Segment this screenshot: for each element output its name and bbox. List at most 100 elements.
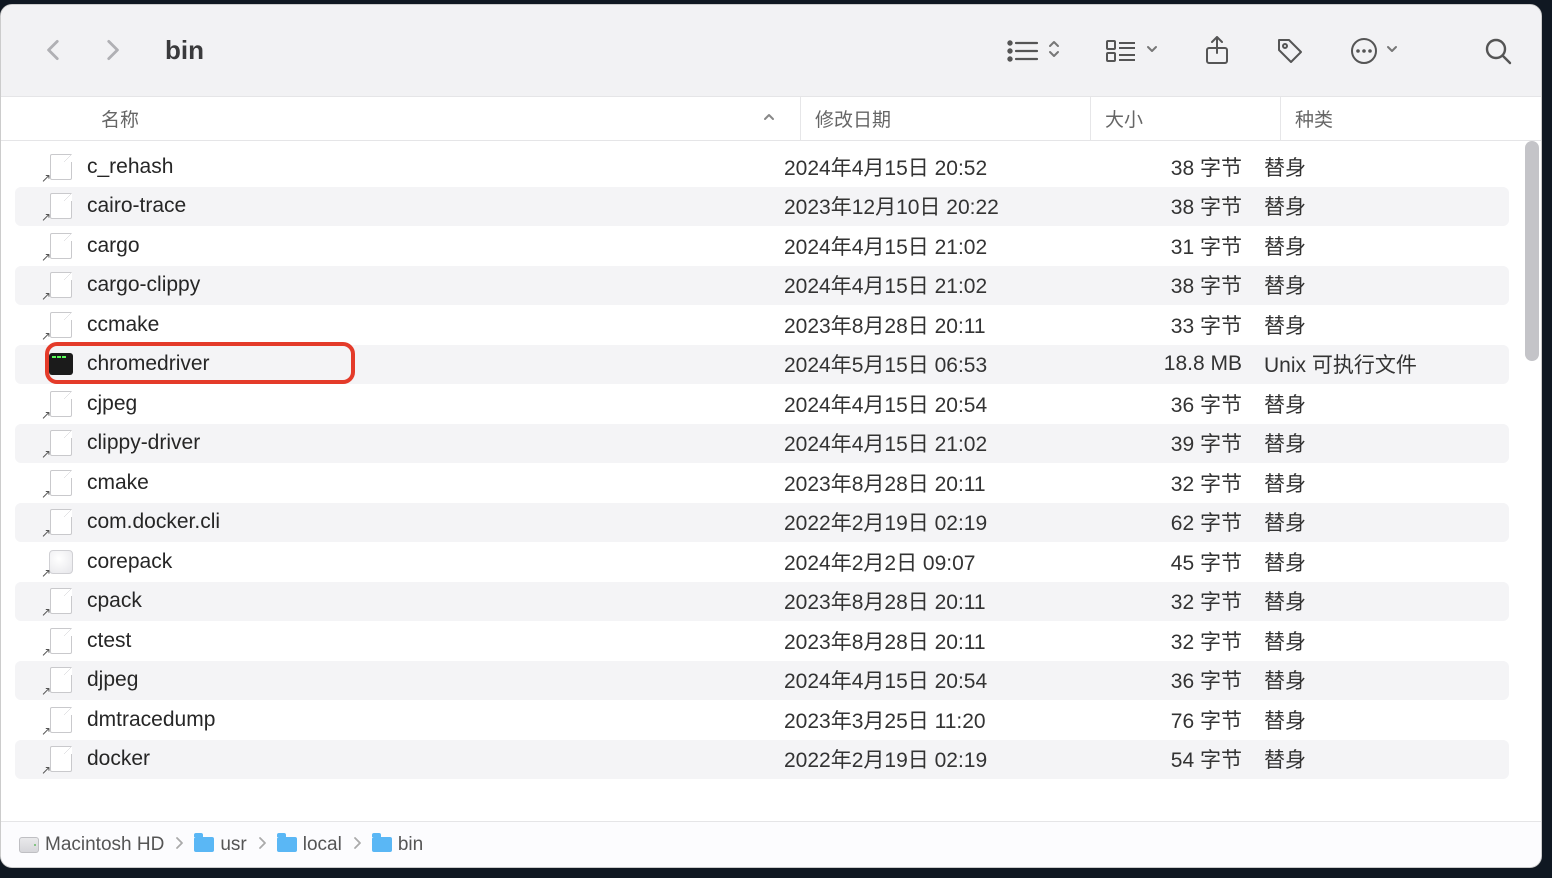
file-date: 2024年4月15日 20:54 (784, 665, 1074, 695)
column-header-date[interactable]: 修改日期 (801, 97, 1091, 140)
file-name: cairo-trace (87, 194, 186, 218)
file-date: 2023年12月10日 20:22 (784, 191, 1074, 221)
path-separator-icon (172, 834, 186, 856)
file-name: djpeg (87, 668, 138, 692)
file-row[interactable]: chromedriver2024年5月15日 06:5318.8 MBUnix … (15, 345, 1509, 385)
file-date: 2023年8月28日 20:11 (784, 626, 1074, 656)
folder-icon (277, 837, 297, 852)
file-row[interactable]: ↗docker2022年2月19日 02:1954 字节替身 (15, 740, 1509, 780)
file-name: dmtracedump (87, 708, 215, 732)
file-row[interactable]: ↗cjpeg2024年4月15日 20:5436 字节替身 (15, 384, 1509, 424)
file-name: cjpeg (87, 392, 137, 416)
folder-icon (194, 837, 214, 852)
file-kind: 替身 (1264, 705, 1509, 735)
file-row[interactable]: ↗cargo-clippy2024年4月15日 21:0238 字节替身 (15, 266, 1509, 306)
file-name: com.docker.cli (87, 510, 220, 534)
toolbar: bin (1, 5, 1541, 97)
file-date: 2024年4月15日 21:02 (784, 231, 1074, 261)
alias-file-icon: ↗ (47, 627, 75, 655)
file-row[interactable]: ↗cpack2023年8月28日 20:1132 字节替身 (15, 582, 1509, 622)
file-list[interactable]: ↗c_rehash2024年4月15日 20:5238 字节替身↗cairo-t… (1, 141, 1541, 821)
share-button[interactable] (1203, 36, 1231, 66)
file-size: 18.8 MB (1074, 352, 1264, 376)
file-size: 38 字节 (1074, 152, 1264, 182)
view-mode-button[interactable] (1007, 38, 1061, 64)
alias-file-icon: ↗ (47, 508, 75, 536)
file-name: ccmake (87, 313, 159, 337)
path-segment[interactable]: Macintosh HD (19, 834, 164, 856)
file-row[interactable]: ↗cargo2024年4月15日 21:0231 字节替身 (15, 226, 1509, 266)
executable-icon (47, 350, 75, 378)
file-kind: 替身 (1264, 152, 1509, 182)
file-size: 33 字节 (1074, 310, 1264, 340)
alias-file-icon: ↗ (47, 745, 75, 773)
file-name: cmake (87, 471, 149, 495)
more-icon (1349, 36, 1379, 66)
file-row[interactable]: ↗cmake2023年8月28日 20:1132 字节替身 (15, 463, 1509, 503)
alias-file-icon: ↗ (47, 192, 75, 220)
file-name: cargo-clippy (87, 273, 200, 297)
file-row[interactable]: ↗dmtracedump2023年3月25日 11:2076 字节替身 (15, 700, 1509, 740)
file-kind: 替身 (1264, 744, 1509, 774)
toolbar-right (1007, 36, 1513, 66)
file-date: 2023年3月25日 11:20 (784, 705, 1074, 735)
file-kind: 替身 (1264, 310, 1509, 340)
file-size: 32 字节 (1074, 468, 1264, 498)
harddrive-icon (19, 837, 39, 853)
file-kind: 替身 (1264, 586, 1509, 616)
file-name: docker (87, 747, 150, 771)
path-segment[interactable]: usr (194, 834, 246, 856)
path-segment[interactable]: bin (372, 834, 423, 856)
scrollbar-thumb[interactable] (1525, 141, 1539, 361)
column-header-name[interactable]: 名称 (1, 97, 801, 140)
file-size: 76 字节 (1074, 705, 1264, 735)
file-size: 36 字节 (1074, 389, 1264, 419)
column-header-kind[interactable]: 种类 (1281, 97, 1541, 140)
column-header-size[interactable]: 大小 (1091, 97, 1281, 140)
path-label: local (303, 834, 342, 856)
file-kind: 替身 (1264, 191, 1509, 221)
file-date: 2024年4月15日 21:02 (784, 428, 1074, 458)
file-date: 2024年2月2日 09:07 (784, 547, 1074, 577)
path-separator-icon (255, 834, 269, 856)
search-button[interactable] (1483, 36, 1513, 66)
group-by-button[interactable] (1105, 38, 1159, 64)
file-row[interactable]: ↗corepack2024年2月2日 09:0745 字节替身 (15, 542, 1509, 582)
file-row[interactable]: ↗djpeg2024年4月15日 20:5436 字节替身 (15, 661, 1509, 701)
file-size: 39 字节 (1074, 428, 1264, 458)
updown-icon (1047, 38, 1061, 64)
alias-file-icon: ↗ (47, 390, 75, 418)
alias-file-icon: ↗ (47, 469, 75, 497)
forward-button[interactable] (99, 37, 127, 65)
back-button[interactable] (41, 37, 69, 65)
path-label: Macintosh HD (45, 834, 164, 856)
file-kind: 替身 (1264, 389, 1509, 419)
file-name: corepack (87, 550, 172, 574)
file-row[interactable]: ↗ccmake2023年8月28日 20:1133 字节替身 (15, 305, 1509, 345)
file-row[interactable]: ↗ cairo-trace 2023年12月10日 20:2238 字节替身 (15, 187, 1509, 227)
nav-arrows (41, 37, 127, 65)
alias-file-icon: ↗ (47, 153, 75, 181)
chevron-down-icon (1145, 42, 1159, 60)
file-row[interactable]: ↗ctest2023年8月28日 20:1132 字节替身 (15, 621, 1509, 661)
file-kind: 替身 (1264, 428, 1509, 458)
file-size: 38 字节 (1074, 191, 1264, 221)
file-name: ctest (87, 629, 131, 653)
folder-icon (372, 837, 392, 852)
file-kind: 替身 (1264, 270, 1509, 300)
path-segment[interactable]: local (277, 834, 342, 856)
file-size: 31 字节 (1074, 231, 1264, 261)
file-row[interactable]: ↗c_rehash2024年4月15日 20:5238 字节替身 (15, 147, 1509, 187)
tag-button[interactable] (1275, 36, 1305, 66)
action-menu-button[interactable] (1349, 36, 1399, 66)
file-row[interactable]: ↗clippy-driver2024年4月15日 21:0239 字节替身 (15, 424, 1509, 464)
file-kind: 替身 (1264, 231, 1509, 261)
sort-ascending-icon (762, 108, 786, 130)
file-name: chromedriver (87, 352, 210, 376)
alias-file-icon: ↗ (47, 232, 75, 260)
file-size: 45 字节 (1074, 547, 1264, 577)
file-row[interactable]: ↗com.docker.cli2022年2月19日 02:1962 字节替身 (15, 503, 1509, 543)
file-date: 2022年2月19日 02:19 (784, 507, 1074, 537)
path-label: usr (220, 834, 246, 856)
alias-file-icon: ↗ (47, 587, 75, 615)
